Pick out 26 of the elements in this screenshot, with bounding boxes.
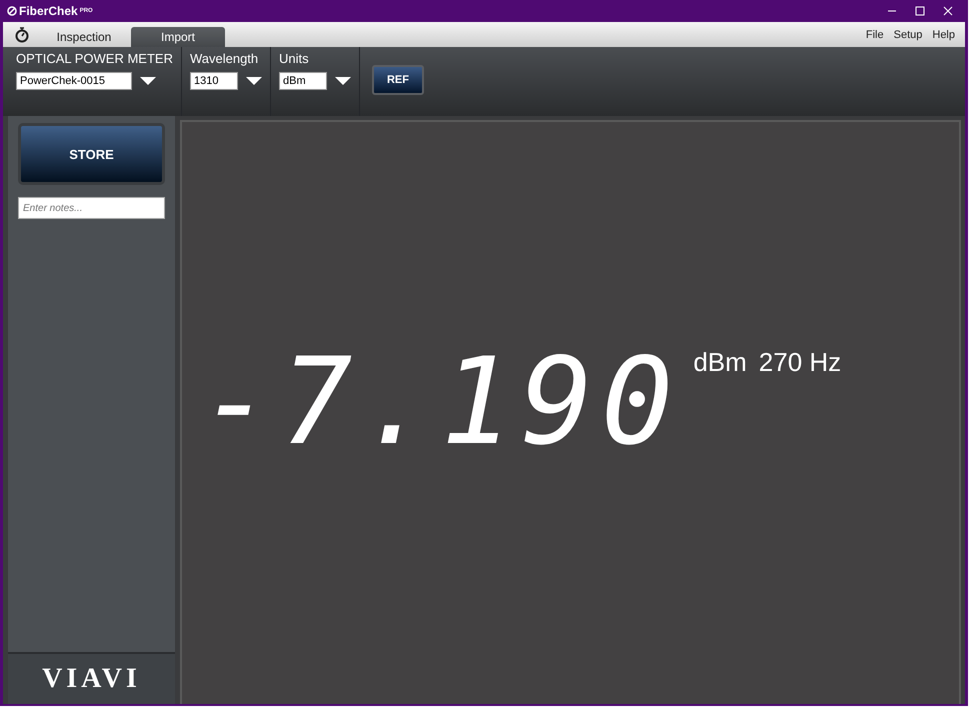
close-icon[interactable]: [943, 6, 953, 16]
notes-field[interactable]: Enter notes...: [18, 197, 165, 219]
window-title: FiberChek $^{PRO}$: [19, 4, 93, 18]
stopwatch-icon[interactable]: [15, 26, 29, 42]
store-button[interactable]: STORE: [18, 123, 165, 185]
dropdown-field[interactable]: 1310: [190, 72, 238, 90]
caret-icon[interactable]: [334, 77, 351, 85]
power-reading: -7.190: [200, 343, 682, 463]
frequency-label: 270 Hz: [758, 347, 842, 378]
dropdown-field[interactable]: PowerChek-0015: [16, 72, 132, 90]
caret-icon[interactable]: [246, 77, 262, 85]
maximize-icon[interactable]: [915, 6, 925, 16]
units-label: Units: [278, 51, 310, 66]
tab[interactable]: Inspection: [37, 27, 131, 47]
logo-icon: [7, 6, 17, 16]
unit-label: dBm: [693, 347, 747, 378]
logo-text: VIAVI: [42, 663, 141, 695]
tab[interactable]: Import: [131, 27, 225, 47]
wavelength-label: Wavelength: [190, 51, 260, 66]
menu-item[interactable]: Setup: [894, 28, 922, 40]
dropdown-field[interactable]: dBm: [278, 72, 327, 90]
caret-icon[interactable]: [140, 77, 156, 85]
meter-label: OPTICAL POWER METER: [16, 51, 173, 66]
menu-item[interactable]: File: [866, 28, 884, 40]
menu-item[interactable]: Help: [932, 28, 955, 40]
ref-button[interactable]: REF: [372, 65, 424, 95]
